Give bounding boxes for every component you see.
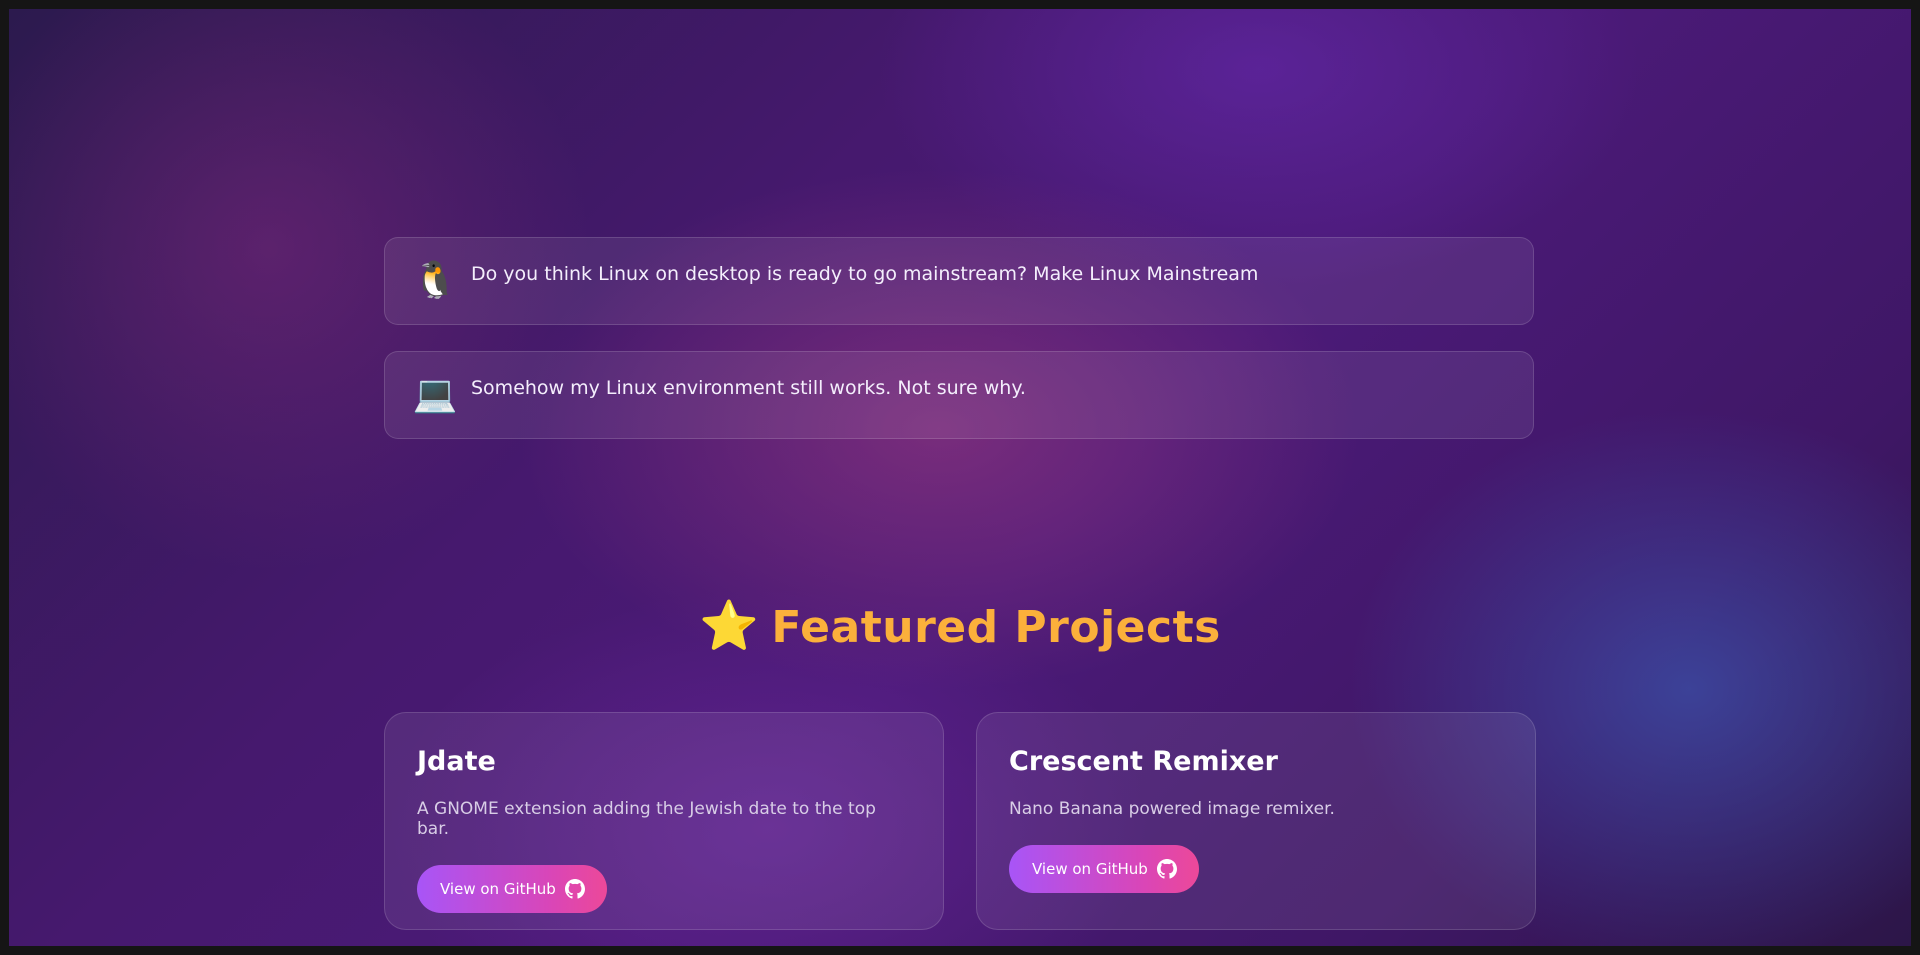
project-card-crescent-remixer: Crescent Remixer Nano Banana powered ima… — [976, 712, 1536, 930]
project-title: Crescent Remixer — [1009, 746, 1278, 777]
star-icon: ⭐ — [699, 598, 760, 654]
featured-projects-title: Featured Projects — [771, 602, 1221, 653]
page-viewport: 🐧 Do you think Linux on desktop is ready… — [9, 9, 1911, 946]
project-title: Jdate — [417, 746, 496, 777]
featured-projects-heading: ⭐ Featured Projects — [9, 597, 1911, 654]
github-icon — [564, 879, 585, 899]
view-on-github-button[interactable]: View on GitHub — [417, 865, 607, 913]
github-icon — [1156, 859, 1177, 879]
laptop-icon: 💻 — [412, 374, 458, 415]
message-text: Somehow my Linux environment still works… — [471, 377, 1026, 399]
message-card-linux-mainstream: 🐧 Do you think Linux on desktop is ready… — [384, 237, 1534, 325]
message-card-linux-environment: 💻 Somehow my Linux environment still wor… — [384, 351, 1534, 439]
button-label: View on GitHub — [440, 880, 556, 898]
view-on-github-button[interactable]: View on GitHub — [1009, 845, 1199, 893]
project-card-jdate: Jdate A GNOME extension adding the Jewis… — [384, 712, 944, 930]
project-description: A GNOME extension adding the Jewish date… — [417, 799, 876, 839]
project-description: Nano Banana powered image remixer. — [1009, 799, 1335, 819]
message-text: Do you think Linux on desktop is ready t… — [471, 263, 1259, 285]
button-label: View on GitHub — [1032, 860, 1148, 878]
penguin-icon: 🐧 — [412, 260, 458, 301]
